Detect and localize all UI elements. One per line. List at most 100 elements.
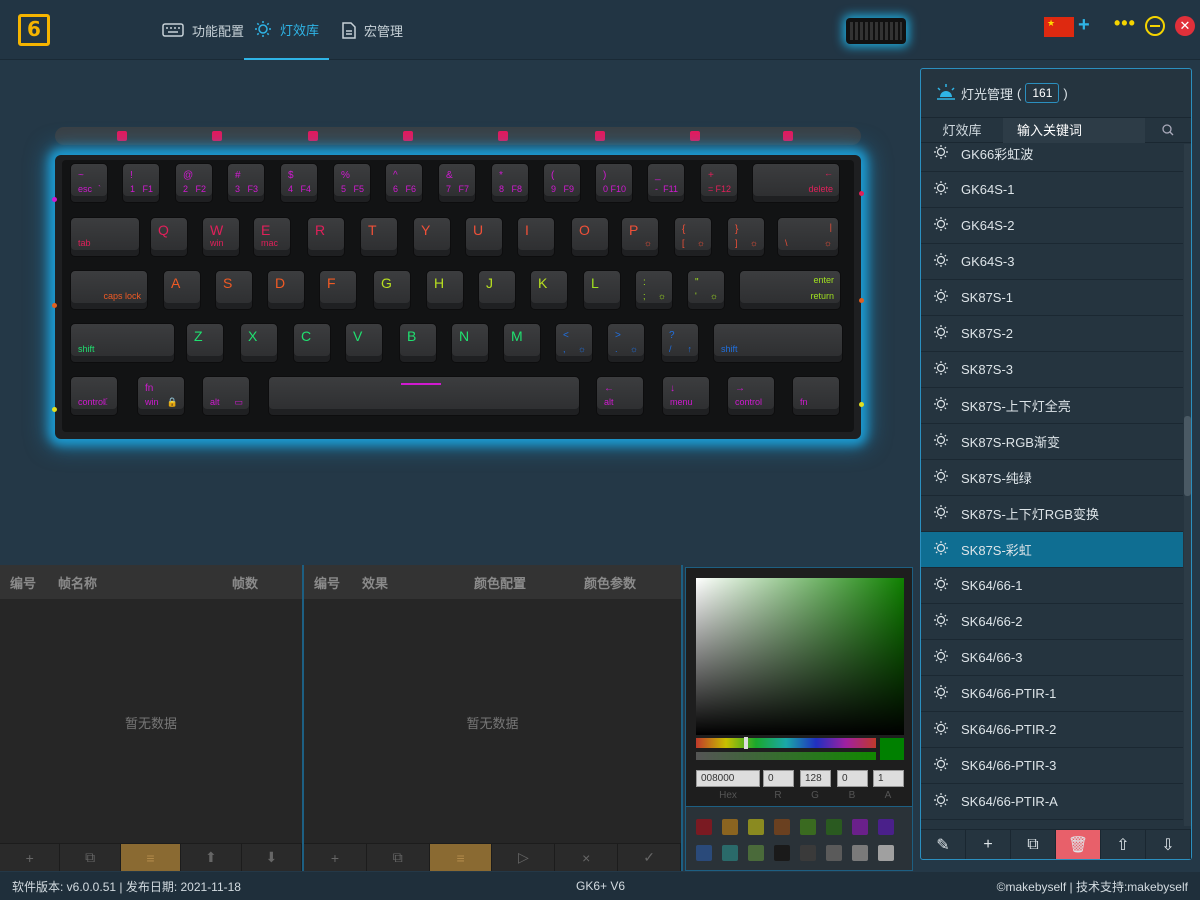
effect-list-item[interactable]: SK87S-纯绿 — [921, 460, 1183, 496]
key[interactable]: D — [267, 270, 305, 310]
search-scope-label[interactable]: 灯效库 — [921, 118, 1003, 142]
key[interactable]: ^ 6 F6 — [385, 163, 423, 203]
key[interactable]: & 7 F7 — [438, 163, 476, 203]
china-flag-icon[interactable]: ★ — [1044, 17, 1074, 37]
key[interactable]: {[☼ — [674, 217, 712, 257]
key[interactable]: tab — [70, 217, 140, 257]
key[interactable]: _ - F11 — [647, 163, 685, 203]
color-swatch[interactable] — [722, 819, 738, 835]
add-effect-button[interactable]: + — [304, 844, 367, 871]
key[interactable]: ← delete — [752, 163, 840, 203]
key[interactable]: Wwin — [202, 217, 240, 257]
confirm-button[interactable]: ✓ — [618, 844, 681, 871]
tab-function-config[interactable]: 功能配置 — [158, 0, 248, 60]
key[interactable]: shift — [70, 323, 175, 363]
color-swatch[interactable] — [878, 845, 894, 861]
more-menu-button[interactable]: ••• — [1114, 13, 1136, 34]
light-bar-led[interactable] — [498, 131, 508, 141]
key[interactable]: C — [293, 323, 331, 363]
key[interactable] — [268, 376, 580, 416]
light-bar-led[interactable] — [783, 131, 793, 141]
key[interactable]: | \ ☼ — [777, 217, 839, 257]
key[interactable]: ) 0 F10 — [595, 163, 633, 203]
color-swatch[interactable] — [826, 845, 842, 861]
blue-input[interactable]: 0 — [837, 770, 868, 787]
key[interactable]: J — [478, 270, 516, 310]
delete-frame-button[interactable]: ≡ — [120, 844, 182, 871]
key[interactable]: % 5 F5 — [333, 163, 371, 203]
key[interactable]: <, ☼ — [555, 323, 593, 363]
key[interactable]: N — [451, 323, 489, 363]
light-bar-led[interactable] — [212, 131, 222, 141]
color-swatch[interactable] — [748, 845, 764, 861]
key[interactable]: @2 F2 — [175, 163, 213, 203]
add-frame-button[interactable]: + — [0, 844, 61, 871]
tab-macro-management[interactable]: 宏管理 — [338, 0, 407, 60]
key[interactable]: " ' ☼ — [687, 270, 725, 310]
key[interactable]: H — [426, 270, 464, 310]
key[interactable]: I — [517, 217, 555, 257]
effect-list-item[interactable]: SK87S-3 — [921, 352, 1183, 388]
export-button[interactable]: ⇩ — [1146, 830, 1191, 859]
key[interactable]: S — [215, 270, 253, 310]
light-bar-led[interactable] — [308, 131, 318, 141]
key[interactable]: F — [319, 270, 357, 310]
key[interactable]: fn — [792, 376, 840, 416]
key[interactable]: ← alt — [596, 376, 644, 416]
effect-list-item[interactable]: GK64S-1 — [921, 172, 1183, 208]
color-swatch[interactable] — [800, 845, 816, 861]
effect-list-item[interactable]: SK87S-上下灯全亮 — [921, 388, 1183, 424]
key[interactable]: ? / ↑ — [661, 323, 699, 363]
minimize-button[interactable] — [1145, 16, 1165, 36]
key[interactable]: }] ☼ — [727, 217, 765, 257]
color-swatch[interactable] — [722, 845, 738, 861]
key[interactable]: control ☾ — [70, 376, 118, 416]
effect-list-item[interactable]: SK87S-上下灯RGB变换 — [921, 496, 1183, 532]
scrollbar-thumb[interactable] — [1184, 416, 1191, 496]
effect-list-item[interactable]: SK87S-1 — [921, 280, 1183, 316]
key[interactable]: K — [530, 270, 568, 310]
list-scrollbar[interactable] — [1184, 144, 1191, 826]
copy-frame-button[interactable]: ⧉ — [60, 844, 121, 871]
effect-list-item[interactable]: SK64/66-1 — [921, 568, 1183, 604]
key[interactable]: ↓ menu — [662, 376, 710, 416]
color-swatch[interactable] — [774, 819, 790, 835]
move-down-button[interactable]: ⬇ — [242, 844, 303, 871]
key[interactable]: V — [345, 323, 383, 363]
color-swatch[interactable] — [748, 819, 764, 835]
add-button[interactable]: + — [966, 830, 1011, 859]
hex-input[interactable]: 008000 — [696, 770, 760, 787]
add-language-button[interactable]: + — [1078, 14, 1090, 37]
color-swatch[interactable] — [852, 845, 868, 861]
key[interactable]: Z — [186, 323, 224, 363]
key[interactable]: A — [163, 270, 201, 310]
color-swatch[interactable] — [826, 819, 842, 835]
search-icon[interactable] — [1145, 118, 1191, 142]
key[interactable]: :; ☼ — [635, 270, 673, 310]
key[interactable]: >. ☼ — [607, 323, 645, 363]
effect-list-item[interactable]: GK66彩虹波 — [921, 144, 1183, 172]
effect-list-item[interactable]: GK64S-3 — [921, 244, 1183, 280]
delete-button[interactable]: 🗑 — [1056, 830, 1101, 859]
effect-list-item[interactable]: SK64/66-PTIR-1 — [921, 676, 1183, 712]
effect-list-item[interactable]: SK64/66-3 — [921, 640, 1183, 676]
key[interactable]: P ☼ — [621, 217, 659, 257]
move-up-button[interactable]: ⬆ — [181, 844, 242, 871]
light-bar-led[interactable] — [690, 131, 700, 141]
key[interactable]: → control — [727, 376, 775, 416]
key[interactable]: shift — [713, 323, 843, 363]
keyboard-thumbnail[interactable] — [846, 18, 906, 44]
color-swatch[interactable] — [878, 819, 894, 835]
tab-light-library[interactable]: 灯效库 — [244, 0, 330, 60]
preview-button[interactable]: ▷ — [492, 844, 556, 871]
close-button[interactable]: ✕ — [1175, 16, 1195, 36]
key[interactable]: Y — [413, 217, 451, 257]
effect-list-item[interactable]: SK87S-彩虹 — [921, 532, 1183, 568]
hue-slider[interactable] — [696, 738, 876, 748]
import-button[interactable]: ⇧ — [1101, 830, 1146, 859]
key[interactable]: enter return — [739, 270, 841, 310]
key[interactable]: T — [360, 217, 398, 257]
effect-list-item[interactable]: SK64/66-PTIR-A — [921, 784, 1183, 820]
edit-button[interactable]: ✎ — [921, 830, 966, 859]
effect-list-item[interactable]: GK64S-2 — [921, 208, 1183, 244]
